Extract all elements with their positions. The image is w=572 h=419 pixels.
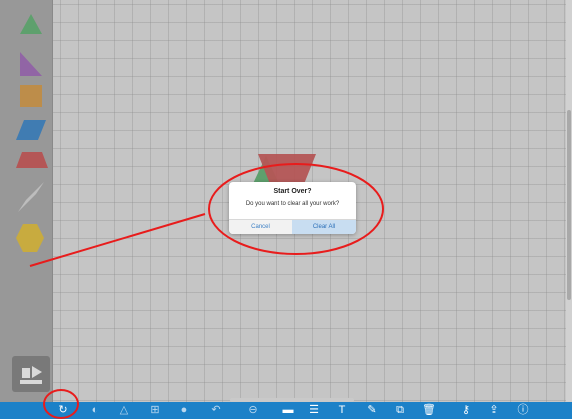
zoom-out-icon[interactable]: ⊖ [245,404,261,417]
key-icon[interactable]: ⚷ [458,404,474,417]
dialog-title: Start Over? [273,188,312,195]
text-icon[interactable]: T [334,404,350,417]
grid-icon[interactable]: ⊞ [147,404,163,417]
circle-icon[interactable]: ● [176,404,192,417]
cancel-button[interactable]: Cancel [229,219,292,234]
clear-all-button[interactable]: Clear All [292,219,356,234]
dialog-message: Do you want to clear all your work? [245,201,340,207]
list-icon[interactable]: ☰ [306,404,322,417]
image-icon[interactable]: ▬ [280,404,296,417]
share-icon[interactable]: ⇪ [486,404,502,417]
undo-icon[interactable]: ↶ [208,404,224,417]
triangle-outline-icon[interactable]: △ [116,404,132,417]
trash-icon[interactable]: 🗑 [421,404,437,417]
info-icon[interactable]: ⓘ [515,404,531,417]
undo-reset-icon[interactable]: ↻ [55,404,71,417]
pencil-icon[interactable]: ✎ [364,404,380,417]
color-icon[interactable]: ◐ [87,404,103,417]
copy-icon[interactable]: ⧉ [392,404,408,417]
start-over-dialog: Start Over? Do you want to clear all you… [229,182,356,234]
